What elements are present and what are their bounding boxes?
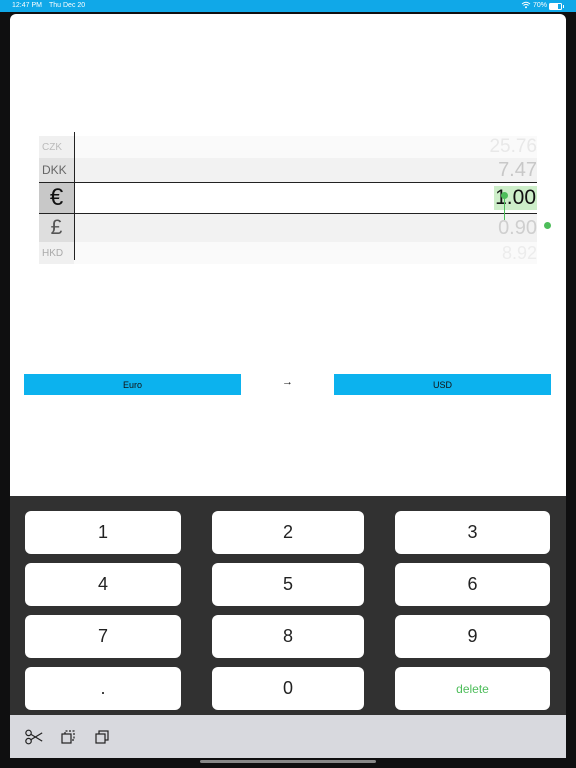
converter-sheet: CZK 25.76 DKK 7.47 € 1.00 £ 0.90 HKD 8.9…	[10, 14, 566, 496]
picker-row[interactable]: DKK 7.47	[39, 158, 537, 182]
key-8[interactable]: 8	[212, 615, 364, 658]
amount-field[interactable]: 1.00	[494, 183, 537, 213]
key-9[interactable]: 9	[395, 615, 550, 658]
numeric-keypad: 1 2 3 4 5 6 7 8 9 . 0 delete	[10, 496, 566, 715]
battery-percent: 70%	[533, 2, 548, 9]
currency-code: HKD	[39, 242, 74, 264]
delete-button[interactable]: delete	[395, 667, 550, 710]
copy-icon[interactable]	[58, 727, 78, 747]
key-6[interactable]: 6	[395, 563, 550, 606]
currency-symbol: €	[39, 183, 74, 213]
key-1[interactable]: 1	[25, 511, 181, 554]
currency-value: 7.47	[498, 158, 537, 181]
edit-toolbar	[10, 715, 566, 758]
selected-amount[interactable]: 1.00	[494, 186, 537, 210]
selection-start-handle[interactable]	[501, 192, 508, 199]
picker-row[interactable]: £ 0.90	[39, 214, 537, 242]
currency-value: 25.76	[489, 136, 537, 157]
key-4[interactable]: 4	[25, 563, 181, 606]
currency-code: CZK	[39, 136, 74, 158]
key-0[interactable]: 0	[212, 667, 364, 710]
home-indicator	[200, 760, 376, 763]
selection-end-handle[interactable]	[544, 222, 551, 229]
picker-row-selected[interactable]: € 1.00	[39, 182, 537, 214]
paste-icon[interactable]	[92, 727, 112, 747]
from-currency-button[interactable]: Euro	[24, 374, 241, 395]
scissors-icon[interactable]	[24, 727, 44, 747]
status-time: 12:47 PM	[12, 2, 42, 9]
battery-icon	[549, 3, 564, 10]
key-decimal[interactable]: .	[25, 667, 181, 710]
status-bar: 12:47 PM Thu Dec 20 70%	[0, 0, 576, 12]
picker-row[interactable]: CZK 25.76	[39, 136, 537, 158]
picker-divider	[74, 132, 75, 260]
arrow-right-icon: →	[282, 376, 293, 388]
currency-code: DKK	[39, 158, 74, 182]
selection-handle-stem	[504, 196, 505, 220]
key-3[interactable]: 3	[395, 511, 550, 554]
wifi-icon	[521, 1, 531, 11]
currency-value: 8.92	[501, 242, 537, 263]
key-2[interactable]: 2	[212, 511, 364, 554]
currency-symbol: £	[39, 214, 74, 242]
to-currency-button[interactable]: USD	[334, 374, 551, 395]
picker-row[interactable]: HKD 8.92	[39, 242, 537, 264]
key-7[interactable]: 7	[25, 615, 181, 658]
key-5[interactable]: 5	[212, 563, 364, 606]
status-date: Thu Dec 20	[49, 2, 86, 9]
currency-picker[interactable]: CZK 25.76 DKK 7.47 € 1.00 £ 0.90 HKD 8.9…	[39, 132, 551, 264]
